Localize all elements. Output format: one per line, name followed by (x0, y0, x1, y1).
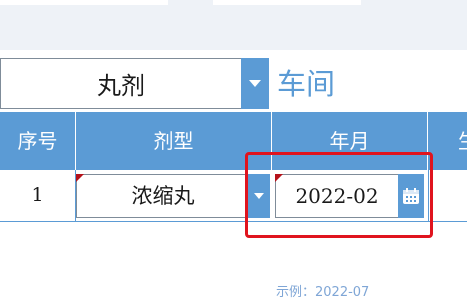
comment-flag-icon (76, 174, 84, 182)
highlight-annotation (245, 152, 433, 238)
header-dosage-form: 剂型 (76, 112, 272, 170)
workshop-select-value[interactable]: 丸剂 (0, 58, 241, 109)
dosage-form-select[interactable]: 浓缩丸 (76, 174, 250, 218)
top-tab-right[interactable] (213, 0, 361, 5)
workshop-select[interactable]: 丸剂 (0, 58, 269, 109)
workshop-dropdown-button[interactable] (241, 58, 269, 109)
header-seq: 序号 (0, 112, 76, 170)
header-next: 生 (428, 112, 467, 170)
workshop-label: 车间 (277, 67, 336, 101)
example-hint: 示例：2022-07 (276, 285, 370, 300)
top-band (0, 0, 467, 50)
chevron-down-icon (249, 80, 261, 87)
top-tab-left[interactable] (0, 0, 168, 5)
row-next-cell (428, 170, 467, 221)
row-seq: 1 (0, 170, 76, 221)
